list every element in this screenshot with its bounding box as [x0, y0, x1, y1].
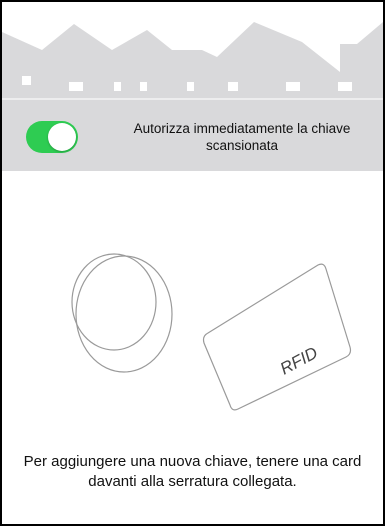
key-fob-icon [71, 253, 173, 373]
header-banner: Autorizza immediatamente la chiave scans… [2, 2, 383, 171]
app-screen: Autorizza immediatamente la chiave scans… [0, 0, 385, 526]
instructions-text: Per aggiungere una nuova chiave, tenere … [23, 453, 362, 490]
toggle-knob [48, 123, 76, 151]
auto-authorize-label: Autorizza immediatamente la chiave scans… [133, 121, 351, 153]
rfid-card-icon: RFID [202, 263, 352, 411]
rfid-illustration: RFID [71, 253, 352, 411]
auto-authorize-row: Autorizza immediatamente la chiave scans… [2, 106, 383, 171]
auto-authorize-toggle[interactable] [26, 121, 78, 153]
